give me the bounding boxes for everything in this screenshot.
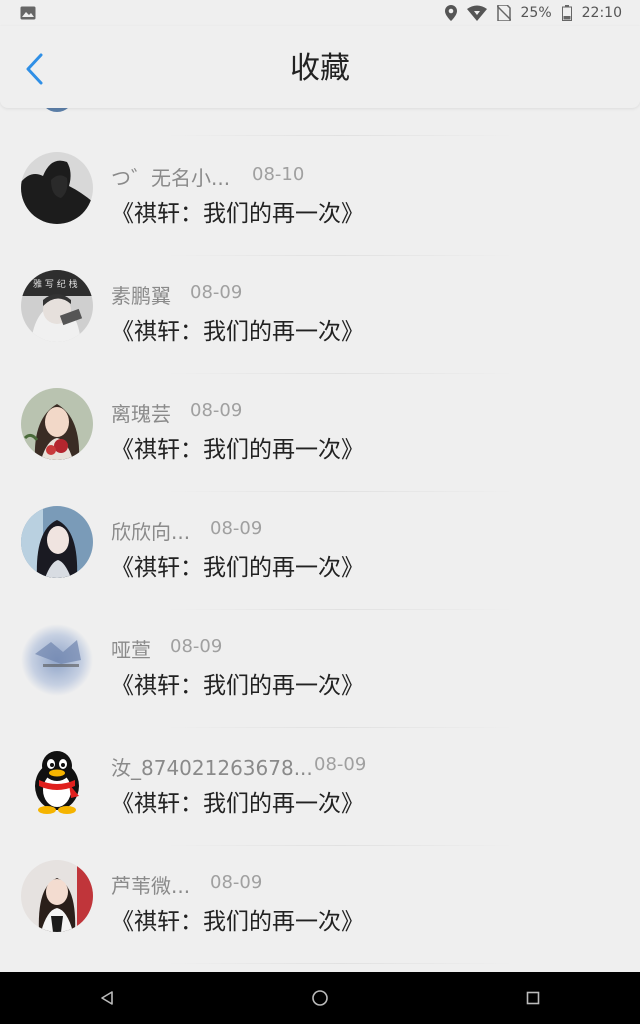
list-item[interactable]: 汝_874021263678... 08-09 《祺轩：我们的再一次》 <box>0 728 640 846</box>
qq-penguin-icon <box>35 751 79 814</box>
date: 08-09 <box>190 400 243 421</box>
divider <box>165 963 515 964</box>
status-bar: 25% 22:10 <box>0 0 640 26</box>
date: 08-10 <box>252 164 305 185</box>
avatar[interactable] <box>21 742 93 814</box>
list-item[interactable]: 欣欣向... 08-09 《祺轩：我们的再一次》 <box>0 492 640 610</box>
nav-back-button[interactable] <box>77 972 137 1024</box>
avatar[interactable] <box>21 506 93 578</box>
location-icon <box>444 5 457 21</box>
list-item[interactable]: 哑萱 08-09 《祺轩：我们的再一次》 <box>0 610 640 728</box>
list-item[interactable]: 离瑰芸 08-09 《祺轩：我们的再一次》 <box>0 374 640 492</box>
clock: 22:10 <box>581 5 622 21</box>
svg-text:雅 写 纪 栈: 雅 写 纪 栈 <box>33 278 78 290</box>
screen: 25% 22:10 收藏 つ゛无名小... 08-10 《祺轩：我们的再一次》 … <box>0 0 640 1024</box>
avatar[interactable] <box>21 388 93 460</box>
app-header: 收藏 <box>0 26 640 108</box>
recents-square-icon <box>527 991 540 1005</box>
story-title: 《祺轩：我们的再一次》 <box>111 319 364 345</box>
user-name: 素鹏翼 <box>111 284 171 308</box>
user-name: 汝_874021263678... <box>111 756 313 780</box>
list-item[interactable]: つ゛无名小... 08-10 《祺轩：我们的再一次》 <box>0 138 640 256</box>
user-name: 离瑰芸 <box>111 402 171 426</box>
battery-percent: 25% <box>520 5 552 21</box>
story-title: 《祺轩：我们的再一次》 <box>111 437 364 463</box>
battery-icon <box>561 5 572 21</box>
avatar[interactable] <box>21 860 93 932</box>
story-title: 《祺轩：我们的再一次》 <box>111 555 364 581</box>
avatar[interactable] <box>21 152 93 224</box>
story-title: 《祺轩：我们的再一次》 <box>111 909 364 935</box>
nav-recents-button[interactable] <box>503 972 563 1024</box>
wifi-icon <box>466 5 487 21</box>
user-name: つ゛无名小... <box>111 166 231 190</box>
date: 08-09 <box>190 282 243 303</box>
avatar[interactable] <box>40 108 74 112</box>
home-circle-icon <box>312 990 328 1006</box>
story-title: 《祺轩：我们的再一次》 <box>111 791 364 817</box>
system-nav-bar <box>0 972 640 1024</box>
avatar[interactable]: 雅 写 纪 栈 <box>21 270 93 342</box>
page-title: 收藏 <box>290 51 350 86</box>
list-item[interactable]: 芦苇微... 08-09 《祺轩：我们的再一次》 <box>0 846 640 964</box>
date: 08-09 <box>314 754 367 775</box>
user-name: 欣欣向... <box>111 520 191 544</box>
date: 08-09 <box>170 636 223 657</box>
user-name: 芦苇微... <box>111 874 191 898</box>
back-triangle-icon <box>100 991 113 1005</box>
story-title: 《祺轩：我们的再一次》 <box>111 201 364 227</box>
no-sim-icon <box>496 5 511 21</box>
divider <box>165 135 515 136</box>
nav-home-button[interactable] <box>290 972 350 1024</box>
date: 08-09 <box>210 518 263 539</box>
list-item[interactable]: 雅 写 纪 栈 素鹏翼 08-09 《祺轩：我们的再一次》 <box>0 256 640 374</box>
date: 08-09 <box>210 872 263 893</box>
story-title: 《祺轩：我们的再一次》 <box>111 673 364 699</box>
favorites-list[interactable]: つ゛无名小... 08-10 《祺轩：我们的再一次》 雅 写 纪 栈 素鹏翼 0… <box>0 108 640 972</box>
avatar[interactable] <box>21 624 93 696</box>
user-name: 哑萱 <box>111 638 151 662</box>
image-icon <box>20 6 36 20</box>
